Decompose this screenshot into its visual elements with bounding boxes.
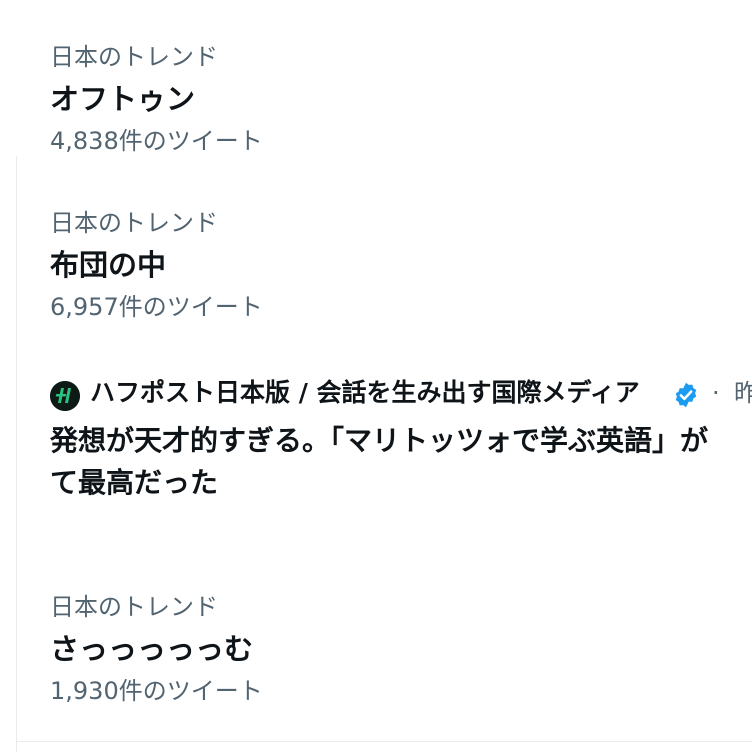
tweet-text-line: て最高だった (50, 466, 219, 499)
tweet-timestamp[interactable]: 昨 (734, 374, 752, 412)
trend-item[interactable]: 日本のトレンド さっっっっっむ 1,930件のツイート (50, 592, 740, 716)
trend-name: さっっっっっむ (50, 632, 254, 666)
trend-tweet-count: 6,957件のツイート (50, 293, 263, 321)
avatar[interactable] (50, 381, 80, 411)
trend-item[interactable]: 日本のトレンド 布団の中 6,957件のツイート (50, 208, 740, 332)
verified-badge-icon (675, 382, 697, 408)
trend-name: 布団の中 (50, 248, 167, 282)
trend-context: 日本のトレンド (50, 593, 218, 621)
trend-tweet-count: 1,930件のツイート (50, 677, 263, 705)
account-name[interactable]: ハフポスト日本版 / 会話を生み出す国際メディア (90, 374, 640, 412)
trend-name: オフトゥン (50, 82, 196, 116)
trends-panel: 日本のトレンド オフトゥン 4,838件のツイート 日本のトレンド 布団の中 6… (0, 0, 752, 752)
tweet-text: 発想が天才的すぎる。「マリトッツォで学ぶ英語」が て最高だった (50, 420, 752, 504)
panel-bottom-divider (16, 741, 752, 742)
meta-separator: · (712, 379, 720, 407)
trend-context: 日本のトレンド (50, 209, 218, 237)
huffpost-logo-icon (50, 381, 80, 411)
promoted-tweet[interactable]: ハフポスト日本版 / 会話を生み出す国際メディア · 昨 発想が天才的すぎる。「… (50, 374, 752, 504)
trend-item[interactable]: 日本のトレンド オフトゥン 4,838件のツイート (50, 42, 740, 166)
tweet-text-line: 発想が天才的すぎる。「マリトッツォで学ぶ英語」が (50, 424, 709, 457)
panel-left-border (16, 156, 17, 752)
trend-tweet-count: 4,838件のツイート (50, 127, 263, 155)
trend-context: 日本のトレンド (50, 43, 218, 71)
